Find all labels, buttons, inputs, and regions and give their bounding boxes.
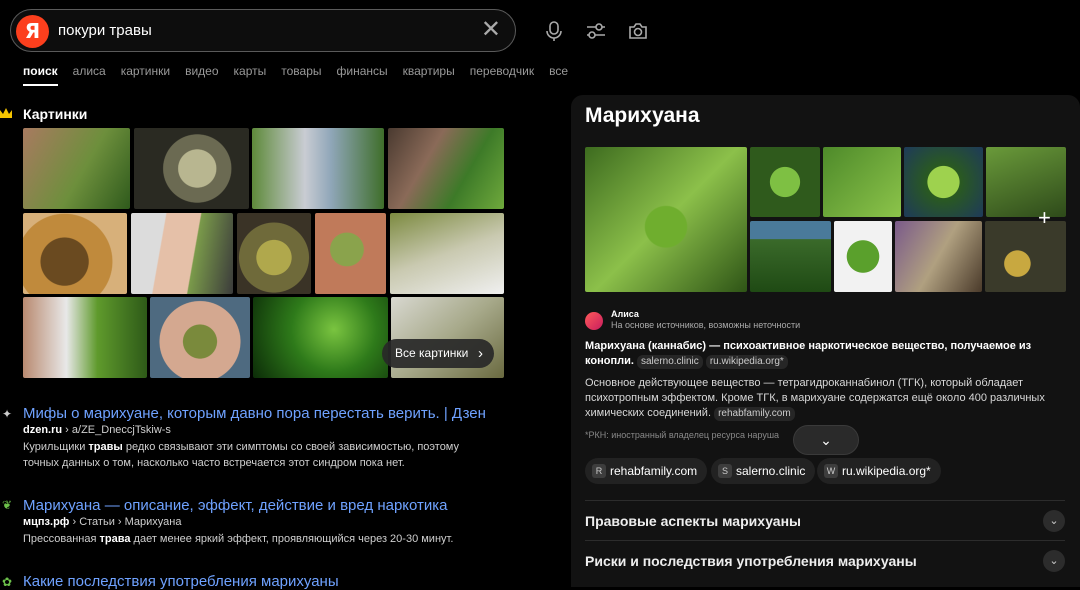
source-chip[interactable]: rehabfamily.com (714, 407, 795, 421)
tab-finance[interactable]: финансы (337, 64, 388, 78)
tab-products[interactable]: товары (281, 64, 321, 78)
image-thumbnail[interactable] (23, 128, 130, 209)
source-label: ru.wikipedia.org* (842, 464, 931, 478)
snippet-text: Прессованная (23, 533, 100, 545)
yandex-logo[interactable]: Я (16, 15, 49, 48)
tab-all[interactable]: все (549, 64, 568, 78)
tab-images[interactable]: картинки (121, 64, 170, 78)
panel-title: Марихуана (585, 104, 700, 127)
chevron-down-icon: ⌄ (820, 432, 832, 448)
image-thumbnail[interactable] (253, 297, 388, 378)
panel-image[interactable] (986, 147, 1066, 217)
search-box[interactable]: Я покури травы ✕ (10, 9, 516, 52)
panel-paragraph: Марихуана (каннабис) — психоактивное нар… (585, 339, 1055, 369)
sparkle-icon: ✦ (2, 407, 13, 421)
snippet-highlight: трава (99, 533, 131, 545)
all-images-button[interactable]: Все картинки › (382, 339, 494, 368)
camera-icon[interactable] (627, 20, 649, 42)
image-thumbnail[interactable] (23, 213, 127, 294)
rehabfamily-icon: R (592, 464, 606, 478)
result-snippet: Курильщики травы редко связывают эти сим… (23, 439, 483, 471)
panel-image[interactable] (904, 147, 983, 217)
source-link[interactable]: Rrehabfamily.com (585, 458, 708, 484)
panel-image[interactable] (895, 221, 982, 292)
tab-alisa[interactable]: алиса (73, 64, 106, 78)
site-icon: ✿ (2, 575, 13, 589)
accordion-label: Правовые аспекты марихуаны (585, 513, 802, 529)
result-domain: dzen.ru (23, 424, 63, 436)
search-input[interactable]: покури травы (58, 22, 152, 39)
panel-main-image[interactable] (585, 147, 747, 292)
panel-paragraph: Основное действующее вещество — тетрагид… (585, 376, 1055, 421)
accordion-item[interactable]: Риски и последствия употребления марихуа… (585, 540, 1065, 580)
result-path: › Статьи › Марихуана (69, 516, 182, 528)
source-label: rehabfamily.com (610, 464, 698, 478)
tab-apartments[interactable]: квартиры (403, 64, 455, 78)
images-section-title[interactable]: Картинки (23, 106, 87, 122)
settings-sliders-icon[interactable] (585, 20, 607, 42)
source-label: salerno.clinic (736, 464, 806, 478)
tab-video[interactable]: видео (185, 64, 218, 78)
accordion-label: Риски и последствия употребления марихуа… (585, 553, 917, 569)
chevron-down-icon[interactable]: ⌄ (1043, 550, 1065, 572)
wikipedia-icon: W (824, 464, 838, 478)
chevron-right-icon: › (478, 345, 483, 362)
expand-button[interactable]: ⌄ (793, 425, 859, 455)
source-link[interactable]: Ssalerno.clinic (711, 458, 816, 484)
image-thumbnail[interactable] (315, 213, 386, 294)
tab-translator[interactable]: переводчик (470, 64, 534, 78)
image-thumbnail[interactable] (131, 213, 233, 294)
chevron-down-icon[interactable]: ⌄ (1043, 510, 1065, 532)
crown-icon (0, 108, 12, 118)
paragraph-text: Основное действующее вещество — тетрагид… (585, 377, 1045, 419)
alisa-logo-icon (585, 312, 603, 330)
panel-image[interactable] (750, 147, 820, 217)
search-tabs: поиск алиса картинки видео карты товары … (23, 64, 583, 86)
close-icon[interactable]: ✕ (481, 18, 501, 42)
image-thumbnail[interactable] (134, 128, 249, 209)
result-url[interactable]: dzen.ru › a/ZE_DneccjTskiw-s (23, 424, 171, 436)
result-snippet: Прессованная трава дает менее яркий эффе… (23, 531, 483, 547)
image-thumbnail[interactable] (237, 213, 311, 294)
snippet-text: дает менее яркий эффект, проявляющийся ч… (130, 533, 454, 545)
plus-icon[interactable]: + (1038, 205, 1051, 231)
result-title[interactable]: Мифы о марихуане, которым давно пора пер… (23, 405, 486, 422)
snippet-text: Курильщики (23, 441, 89, 453)
result-domain: мцпз.рф (23, 516, 70, 528)
panel-image[interactable] (750, 221, 831, 292)
result-title[interactable]: Какие последствия употребления марихуаны (23, 573, 339, 590)
result-path: › a/ZE_DneccjTskiw-s (62, 424, 171, 436)
alisa-name: Алиса (611, 309, 639, 319)
source-chip[interactable]: salerno.clinic (636, 355, 703, 369)
snippet-highlight: травы (88, 441, 123, 453)
source-chip[interactable]: ru.wikipedia.org* (705, 355, 788, 369)
image-thumbnail[interactable] (388, 128, 504, 209)
source-link[interactable]: Wru.wikipedia.org* (817, 458, 941, 484)
microphone-icon[interactable] (543, 20, 565, 42)
result-url[interactable]: мцпз.рф › Статьи › Марихуана (23, 516, 181, 528)
panel-image[interactable] (985, 221, 1066, 292)
leaf-icon: ❦ (2, 498, 13, 512)
panel-image[interactable] (834, 221, 892, 292)
accordion-item[interactable]: Правовые аспекты марихуаны ⌄ (585, 500, 1065, 540)
image-thumbnail[interactable] (252, 128, 384, 209)
image-thumbnail[interactable] (23, 297, 147, 378)
image-thumbnail[interactable] (150, 297, 250, 378)
salerno-icon: S (718, 464, 732, 478)
tab-search[interactable]: поиск (23, 64, 58, 86)
all-images-label: Все картинки (395, 346, 469, 360)
result-title[interactable]: Марихуана — описание, эффект, действие и… (23, 497, 448, 514)
image-thumbnail[interactable] (390, 213, 504, 294)
tab-maps[interactable]: карты (234, 64, 267, 78)
panel-image[interactable] (823, 147, 901, 217)
alisa-disclaimer: На основе источников, возможны неточност… (611, 320, 801, 330)
rkn-note: *РКН: иностранный владелец ресурса наруш… (585, 430, 780, 440)
